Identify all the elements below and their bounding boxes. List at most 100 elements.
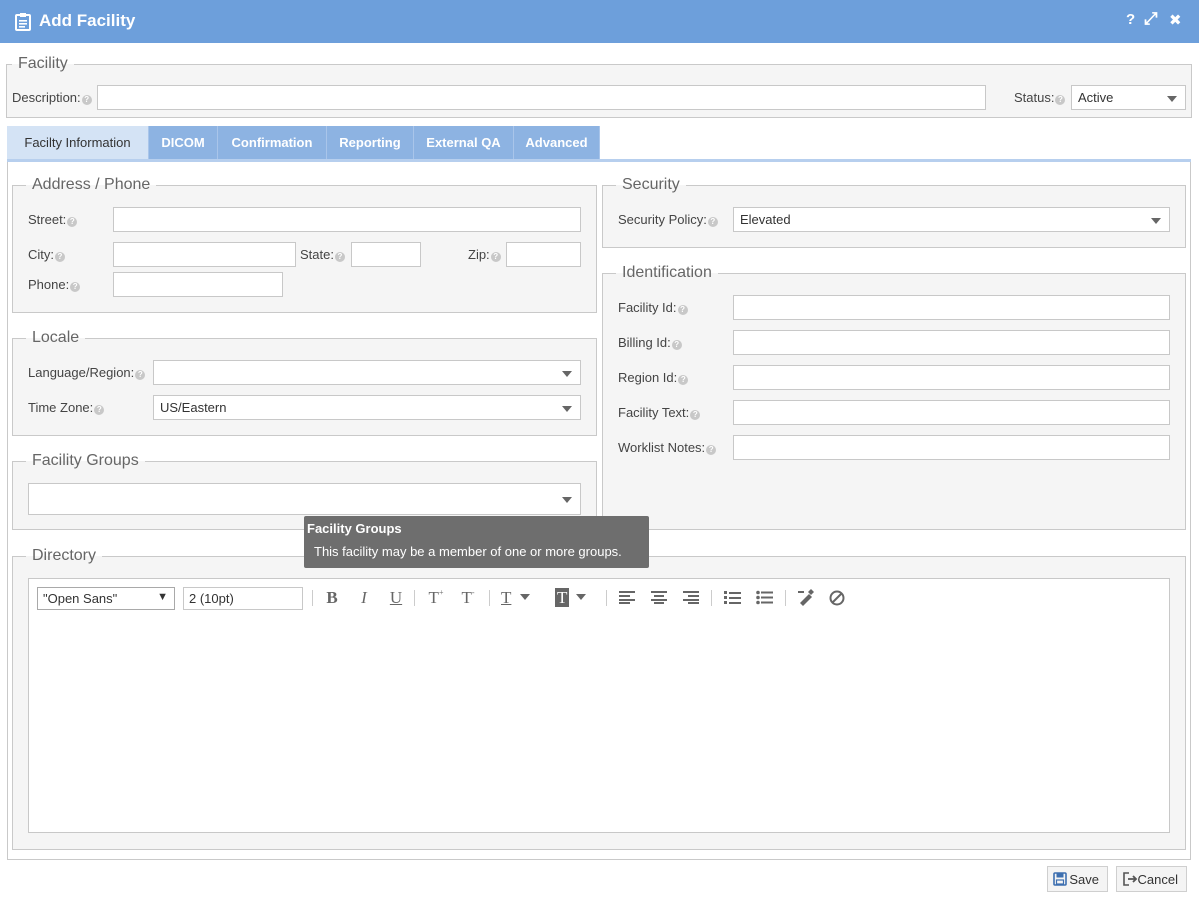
background-color-button[interactable]: T [555,588,595,608]
tab-confirmation[interactable]: Confirmation [218,126,327,160]
status-select[interactable]: Active [1071,85,1186,110]
region-id-label: Region Id:? [618,370,689,385]
state-label: State:? [300,247,345,262]
maximize-icon[interactable]: ⤢ [1144,9,1158,29]
facility-groups-tooltip: Facility Groups This facility may be a m… [304,516,649,568]
ordered-list-icon[interactable] [724,590,741,605]
zip-help-icon[interactable]: ? [490,252,501,262]
font-family-value: "Open Sans" [43,591,118,606]
directory-editor[interactable] [28,578,1170,833]
window-title: Add Facility [39,11,136,30]
text-color-icon: T [501,588,512,607]
phone-input[interactable] [113,272,283,297]
street-input[interactable] [113,207,581,232]
chevron-down-icon [562,371,572,377]
zip-input[interactable] [506,242,581,267]
align-right-icon[interactable] [683,590,699,604]
font-size-select[interactable]: 2 (10pt) [183,587,303,610]
worklist-notes-help-icon[interactable]: ? [706,445,717,455]
timezone-help-icon[interactable]: ? [94,405,105,415]
billing-id-label: Billing Id:? [618,335,682,350]
chevron-down-icon [562,406,572,412]
close-icon[interactable]: ✖ [1169,11,1182,29]
facility-legend: Facility [18,55,68,72]
facility-id-help-icon[interactable]: ? [677,305,688,315]
street-help-icon[interactable]: ? [67,217,78,227]
font-family-select[interactable]: "Open Sans" ▼ [37,587,175,610]
background-color-icon: T [555,588,570,607]
font-size-value: 2 (10pt) [189,591,234,606]
security-policy-select[interactable]: Elevated [733,207,1170,232]
security-policy-label: Security Policy:? [618,212,718,227]
facility-groups-legend: Facility Groups [32,452,139,469]
status-help-icon[interactable]: ? [1055,95,1066,105]
zip-label: Zip:? [468,247,501,262]
city-input[interactable] [113,242,296,267]
address-legend: Address / Phone [32,176,151,193]
security-legend: Security [622,176,680,193]
align-center-icon[interactable] [651,590,667,604]
description-label: Description:? [12,90,92,105]
tab-advanced[interactable]: Advanced [514,126,600,160]
timezone-value: US/Eastern [160,400,227,415]
clear-formatting-icon[interactable] [797,589,814,606]
exit-icon [1123,872,1138,886]
unordered-list-icon[interactable] [756,590,773,605]
facility-text-input[interactable] [733,400,1170,425]
state-help-icon[interactable]: ? [334,252,345,262]
align-left-icon[interactable] [619,590,635,604]
toolbar-separator [785,590,786,606]
italic-button[interactable]: I [355,588,373,608]
chevron-down-icon [520,594,531,600]
text-color-button[interactable]: T [501,588,541,608]
window-titlebar: Add Facility ? ⤢ ✖ [0,0,1199,43]
state-input[interactable] [351,242,421,267]
language-label: Language/Region:? [28,365,146,380]
language-help-icon[interactable]: ? [135,370,146,380]
dropdown-arrow-icon: ▼ [157,591,168,603]
billing-id-input[interactable] [733,330,1170,355]
street-label: Street:? [28,212,78,227]
facility-id-input[interactable] [733,295,1170,320]
language-select[interactable] [153,360,581,385]
save-icon [1053,872,1067,886]
cancel-button[interactable]: Cancel [1116,866,1187,892]
facility-clipboard-icon [15,13,31,31]
save-button[interactable]: Save [1047,866,1108,892]
status-value: Active [1078,90,1114,105]
toolbar-separator [414,590,415,606]
facility-id-label: Facility Id:? [618,300,688,315]
tab-facility-information[interactable]: Facilty Information [7,126,149,160]
facility-text-help-icon[interactable]: ? [690,410,701,420]
phone-label: Phone:? [28,277,81,292]
help-icon[interactable]: ? [1126,11,1135,28]
tab-reporting[interactable]: Reporting [327,126,414,160]
tab-external-qa[interactable]: External QA [414,126,514,160]
security-policy-help-icon[interactable]: ? [707,217,718,227]
chevron-down-icon [562,497,572,503]
remove-format-icon[interactable] [829,590,845,606]
facility-text-label: Facility Text:? [618,405,701,420]
bold-button[interactable]: B [323,588,341,608]
description-help-icon[interactable]: ? [81,95,92,105]
city-help-icon[interactable]: ? [55,252,65,262]
subscript-icon: T [461,588,472,607]
region-id-help-icon[interactable]: ? [678,375,689,385]
facility-groups-select[interactable] [28,483,581,515]
timezone-select[interactable]: US/Eastern [153,395,581,420]
worklist-notes-input[interactable] [733,435,1170,460]
billing-id-help-icon[interactable]: ? [671,340,682,350]
chevron-down-icon [576,594,587,600]
toolbar-separator [606,590,607,606]
timezone-label: Time Zone:? [28,400,105,415]
subscript-button[interactable]: T- [458,588,478,608]
tooltip-body: This facility may be a member of one or … [314,544,622,559]
description-input[interactable] [97,85,986,110]
underline-button[interactable]: U [387,588,405,608]
superscript-button[interactable]: T+ [426,588,446,608]
phone-help-icon[interactable]: ? [70,282,81,292]
tab-dicom[interactable]: DICOM [149,126,218,160]
region-id-input[interactable] [733,365,1170,390]
toolbar-separator [711,590,712,606]
identification-legend: Identification [622,264,712,281]
